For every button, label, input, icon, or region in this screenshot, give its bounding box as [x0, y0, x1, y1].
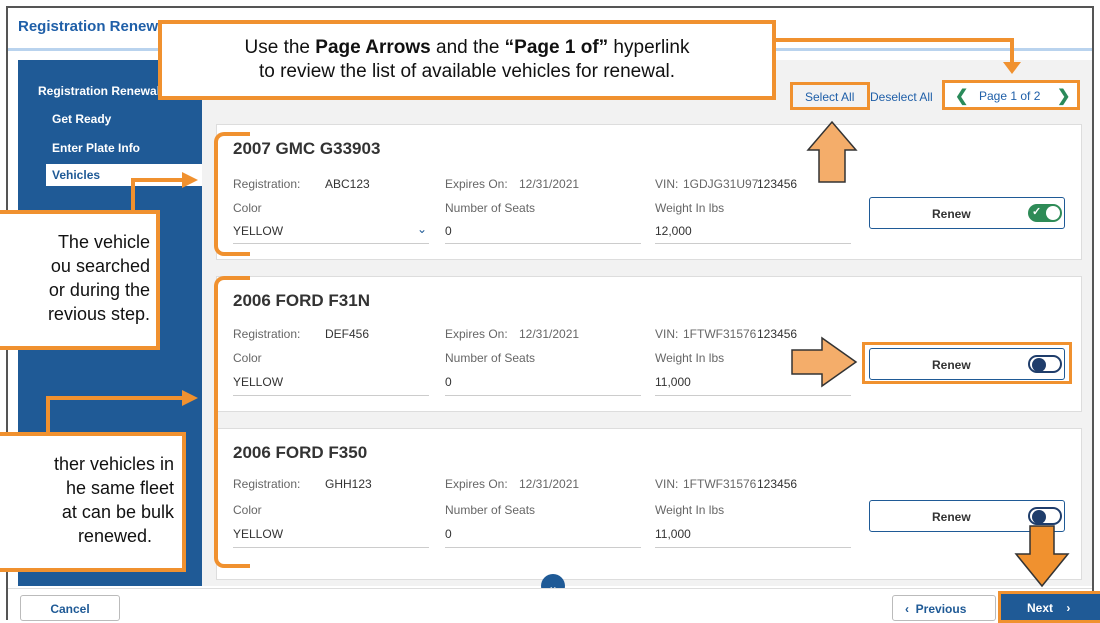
page: Registration Renewal Registration Renewa… [0, 0, 1100, 623]
connector-left2-arrowhead [182, 390, 198, 406]
annotation-arrows [46, 38, 1070, 588]
connector-top-arrowhead [1003, 62, 1021, 74]
connector-left1 [131, 178, 184, 210]
up-arrow-icon [806, 120, 858, 183]
connector-left2 [46, 396, 184, 432]
right-arrow-icon [791, 336, 858, 388]
connector-top [776, 38, 1014, 66]
down-arrow-icon [1014, 525, 1070, 588]
connector-left1-arrowhead [182, 172, 198, 188]
